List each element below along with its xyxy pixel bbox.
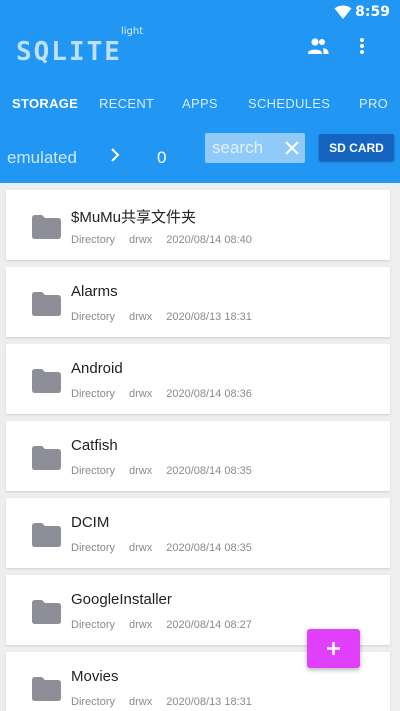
- file-type: Directory: [71, 465, 116, 477]
- file-meta: Directory drwx 2020/08/13 18:31: [71, 696, 266, 708]
- file-row-4[interactable]: DCIM Directory drwx 2020/08/14 08:35: [6, 498, 390, 568]
- file-date: 2020/08/14 08:36: [166, 388, 252, 400]
- search-input[interactable]: [212, 138, 284, 158]
- file-perm: drwx: [129, 465, 153, 477]
- people-icon[interactable]: [306, 34, 330, 58]
- close-icon[interactable]: [284, 140, 300, 156]
- file-perm: drwx: [129, 311, 153, 323]
- file-date: 2020/08/14 08:27: [166, 619, 252, 631]
- folder-icon: [32, 446, 61, 470]
- file-name: Catfish: [71, 437, 118, 454]
- app-logo-sub: light: [121, 26, 144, 37]
- file-name: $MuMu共享文件夹: [71, 209, 197, 226]
- sd-card-button[interactable]: SD CARD: [319, 134, 394, 161]
- plus-icon: [327, 642, 340, 655]
- file-name: DCIM: [71, 514, 110, 531]
- file-type: Directory: [71, 311, 116, 323]
- tab-schedules[interactable]: SCHEDULES: [248, 96, 330, 111]
- tab-apps[interactable]: APPS: [182, 96, 218, 111]
- status-bar: 8:59: [0, 0, 400, 24]
- file-meta: Directory drwx 2020/08/14 08:35: [71, 465, 266, 477]
- wifi-icon: [334, 5, 352, 19]
- file-date: 2020/08/13 18:31: [166, 311, 252, 323]
- file-date: 2020/08/14 08:40: [166, 234, 252, 246]
- file-perm: drwx: [129, 388, 153, 400]
- file-type: Directory: [71, 234, 116, 246]
- file-meta: Directory drwx 2020/08/14 08:40: [71, 234, 266, 246]
- file-name: Alarms: [71, 283, 118, 300]
- folder-icon: [32, 215, 61, 239]
- file-meta: Directory drwx 2020/08/13 18:31: [71, 311, 266, 323]
- file-perm: drwx: [129, 234, 153, 246]
- file-date: 2020/08/13 18:31: [166, 696, 252, 708]
- search-box: [205, 133, 305, 163]
- more-vert-icon[interactable]: [350, 34, 374, 58]
- tab-storage[interactable]: STORAGE: [12, 96, 78, 111]
- file-type: Directory: [71, 388, 116, 400]
- chevron-right-icon: [111, 148, 120, 162]
- tab-pro[interactable]: PRO: [359, 96, 388, 111]
- folder-icon: [32, 292, 61, 316]
- file-row-0[interactable]: $MuMu共享文件夹 Directory drwx 2020/08/14 08:40: [6, 190, 390, 260]
- folder-icon: [32, 600, 61, 624]
- file-name: Movies: [71, 668, 119, 685]
- status-time: 8:59: [355, 4, 390, 20]
- file-perm: drwx: [129, 696, 153, 708]
- file-name: GoogleInstaller: [71, 591, 172, 608]
- file-date: 2020/08/14 08:35: [166, 542, 252, 554]
- breadcrumb-path[interactable]: emulated: [7, 148, 77, 168]
- file-type: Directory: [71, 696, 116, 708]
- file-date: 2020/08/14 08:35: [166, 465, 252, 477]
- file-meta: Directory drwx 2020/08/14 08:36: [71, 388, 266, 400]
- file-meta: Directory drwx 2020/08/14 08:27: [71, 619, 266, 631]
- file-type: Directory: [71, 619, 116, 631]
- add-button[interactable]: [307, 629, 360, 668]
- app-bar: 8:59 SQLITE light STORAGE RECENT APPS SC…: [0, 0, 400, 183]
- breadcrumb: emulated 0 SD CARD: [0, 132, 400, 180]
- tab-bar: STORAGE RECENT APPS SCHEDULES PRO: [0, 90, 400, 118]
- tab-recent[interactable]: RECENT: [99, 96, 154, 111]
- file-type: Directory: [71, 542, 116, 554]
- file-row-3[interactable]: Catfish Directory drwx 2020/08/14 08:35: [6, 421, 390, 491]
- folder-icon: [32, 523, 61, 547]
- file-perm: drwx: [129, 619, 153, 631]
- file-name: Android: [71, 360, 123, 377]
- folder-icon: [32, 369, 61, 393]
- file-row-2[interactable]: Android Directory drwx 2020/08/14 08:36: [6, 344, 390, 414]
- folder-icon: [32, 677, 61, 701]
- app-logo: SQLITE: [16, 37, 122, 67]
- file-perm: drwx: [129, 542, 153, 554]
- item-count: 0: [157, 148, 167, 167]
- file-meta: Directory drwx 2020/08/14 08:35: [71, 542, 266, 554]
- file-row-1[interactable]: Alarms Directory drwx 2020/08/13 18:31: [6, 267, 390, 337]
